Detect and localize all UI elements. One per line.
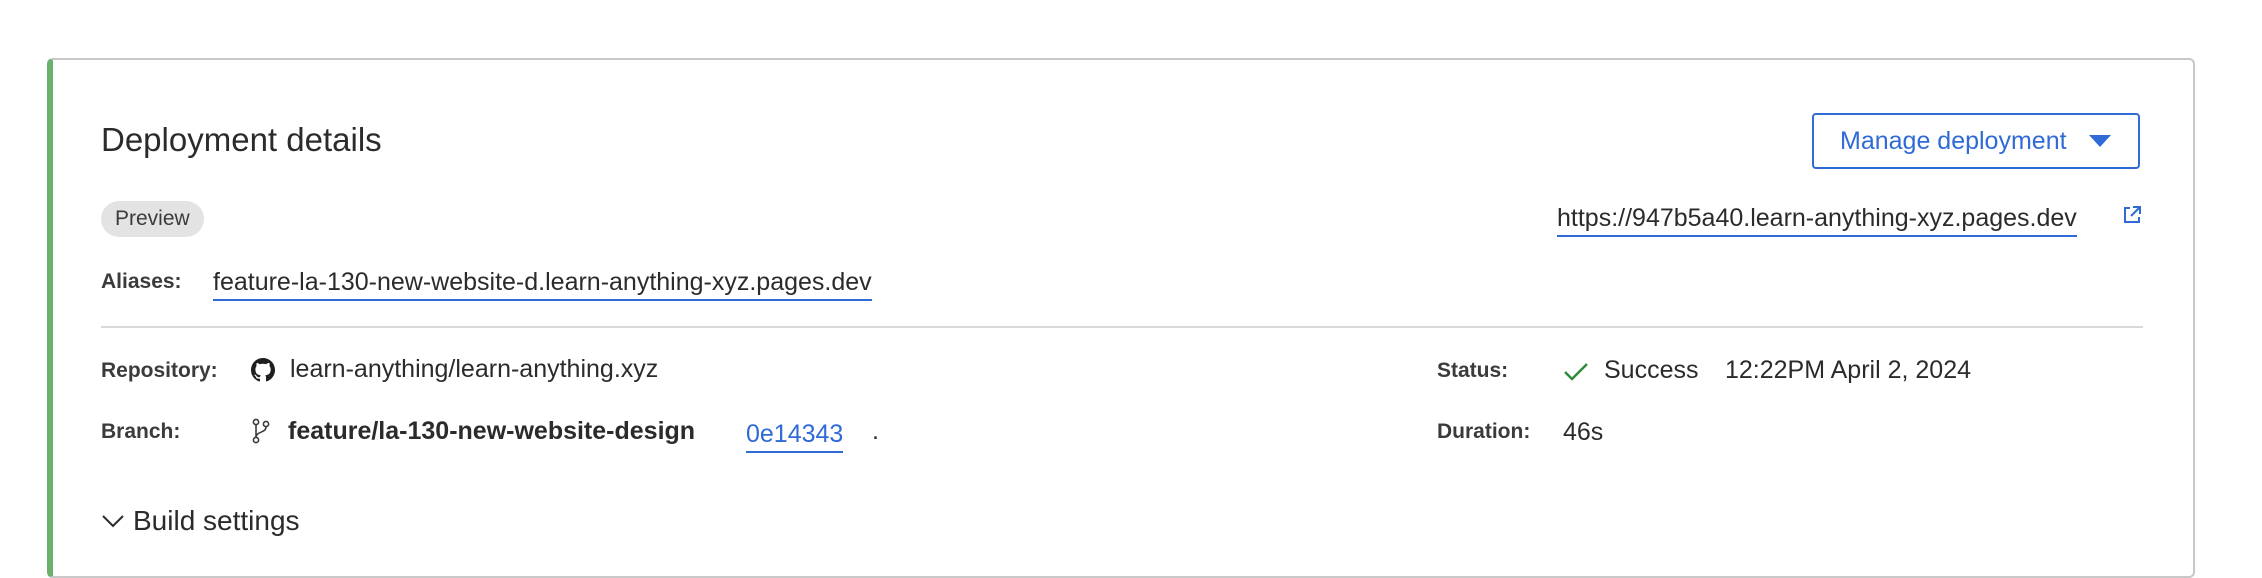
manage-deployment-label: Manage deployment <box>1840 126 2067 155</box>
branch-value: feature/la-130-new-website-design <box>288 417 696 445</box>
chevron-down-icon <box>102 515 124 528</box>
section-divider <box>101 326 2143 328</box>
commit-hash-link[interactable]: 0e14343 <box>746 417 844 453</box>
environment-badge: Preview <box>101 201 204 237</box>
alias-link[interactable]: feature-la-130-new-website-d.learn-anyth… <box>213 265 872 301</box>
page-title: Deployment details <box>101 121 382 158</box>
external-link-icon[interactable] <box>2121 204 2143 226</box>
deployment-url-link[interactable]: https://947b5a40.learn-anything-xyz.page… <box>1557 201 2077 237</box>
chevron-down-icon <box>2088 135 2111 147</box>
status-value: Success <box>1604 356 1699 384</box>
duration-label: Duration: <box>1437 420 1531 443</box>
build-settings-label: Build settings <box>133 505 300 536</box>
manage-deployment-button[interactable]: Manage deployment <box>1812 113 2140 169</box>
aliases-label: Aliases: <box>101 270 182 293</box>
repository-label: Repository: <box>101 359 218 382</box>
git-branch-icon <box>252 418 270 444</box>
status-timestamp: 12:22PM April 2, 2024 <box>1725 356 1971 384</box>
duration-value: 46s <box>1563 418 1604 446</box>
branch-label: Branch: <box>101 420 181 443</box>
github-icon <box>251 358 275 382</box>
build-settings-toggle[interactable]: Build settings <box>101 505 300 537</box>
branch-trailing-dot: . <box>872 417 879 445</box>
checkmark-icon <box>1564 363 1588 381</box>
status-label: Status: <box>1437 359 1509 382</box>
repository-value: learn-anything/learn-anything.xyz <box>290 355 659 383</box>
